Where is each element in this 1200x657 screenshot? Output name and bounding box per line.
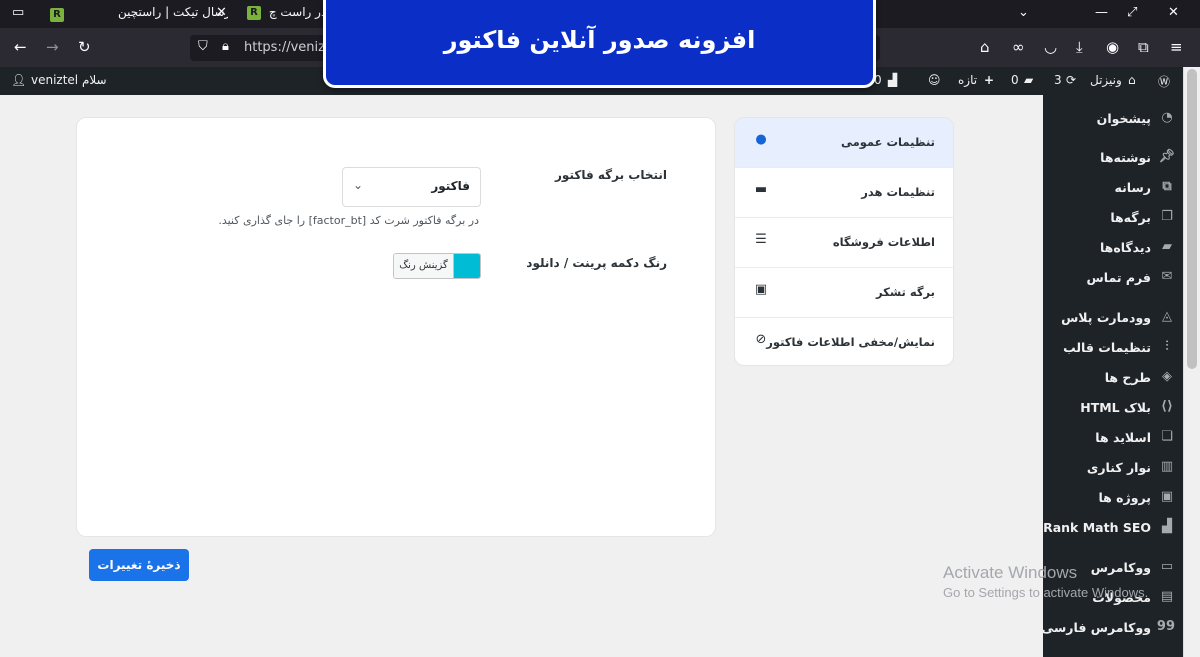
comment-bubble-icon[interactable]: ▰ bbox=[1024, 73, 1033, 87]
minimize-icon[interactable]: — bbox=[1095, 5, 1108, 20]
invoice-page-label: انتخاب برگه فاکتور bbox=[555, 168, 667, 182]
invoice-page-value: فاکتور bbox=[431, 179, 470, 193]
sidebar-item-pages[interactable]: ❐ برگه‌ها bbox=[1043, 207, 1183, 229]
persian-woo-icon: 99 bbox=[1156, 619, 1175, 634]
sidebar-item-sidebars[interactable]: ▥ نوار کناری bbox=[1043, 457, 1183, 479]
watermark-line-1: Activate Windows bbox=[943, 563, 1078, 582]
slides-icon: ❏ bbox=[1161, 429, 1173, 444]
pinned-tab[interactable]: R bbox=[50, 0, 64, 28]
house-icon[interactable]: ⌂ bbox=[1128, 73, 1136, 87]
lock-icon[interactable]: 🔒︎ bbox=[222, 39, 229, 54]
rankmath-icon: ▟ bbox=[1162, 519, 1172, 534]
tab-general-settings[interactable]: تنظیمات عمومی ● bbox=[735, 118, 953, 168]
rastchin-favicon-icon: R bbox=[50, 8, 64, 22]
layers-icon: ◈ bbox=[1162, 369, 1172, 384]
site-name[interactable]: ونیزتل bbox=[1090, 73, 1122, 87]
menu-icon[interactable]: ≡ bbox=[1170, 38, 1183, 56]
updates-icon[interactable]: ⟳ bbox=[1066, 73, 1076, 87]
save-changes-button[interactable]: ذخیرهٔ تغییرات bbox=[89, 549, 189, 581]
comments-icon: ▰ bbox=[1162, 239, 1172, 254]
account-icon[interactable]: ◉ bbox=[1106, 38, 1119, 56]
sliders-icon: ⫶ bbox=[1165, 339, 1169, 354]
color-swatch[interactable] bbox=[454, 254, 480, 278]
close-window-icon[interactable]: ✕ bbox=[1168, 5, 1179, 20]
shield-icon[interactable]: ⛉ bbox=[198, 39, 208, 54]
rastchin-favicon-icon: R bbox=[247, 5, 261, 20]
invoice-page-select[interactable]: فاکتور ⌄ bbox=[342, 167, 481, 207]
tab-show-hide-invoice-info[interactable]: نمایش/مخفی اطلاعات فاکتور ⊘ bbox=[735, 318, 953, 365]
extensions-icon[interactable]: ⧉ bbox=[1138, 38, 1149, 56]
wordpress-logo-icon[interactable]: Ⓦ bbox=[1158, 73, 1170, 90]
sidebar-item-persian-woo[interactable]: 99 ووکامرس فارسی bbox=[1041, 617, 1183, 639]
sidebar-item-projects[interactable]: ▣ پروژه ها bbox=[1043, 487, 1183, 509]
sidebar-item-media[interactable]: ⧉ رسانه bbox=[1043, 177, 1183, 199]
download-icon[interactable]: ⤓ bbox=[1076, 38, 1083, 56]
woodmart-icon: ◬ bbox=[1162, 309, 1172, 324]
infinity-icon[interactable]: ∞ bbox=[1012, 38, 1025, 56]
sidebar-item-posts[interactable]: 📌︎ نوشته‌ها bbox=[1043, 147, 1183, 169]
close-tab-icon[interactable]: ✕ bbox=[216, 5, 227, 20]
page-scrollbar[interactable] bbox=[1183, 67, 1200, 657]
code-icon: ⟨⟩ bbox=[1161, 399, 1173, 414]
updates-count[interactable]: 3 bbox=[1054, 73, 1062, 87]
portfolio-icon: ▣ bbox=[1160, 489, 1174, 504]
pages-icon: ❐ bbox=[1161, 209, 1173, 224]
woo-icon: ▭ bbox=[1160, 559, 1174, 574]
greeting[interactable]: سلام veniztel bbox=[31, 73, 107, 87]
dashboard-icon: ◔ bbox=[1161, 110, 1173, 125]
tab-list-icon[interactable]: ▭ bbox=[12, 5, 24, 20]
button-color-label: رنگ دکمه پرینت / دانلود bbox=[526, 256, 667, 270]
robot-icon[interactable]: ☺ bbox=[928, 73, 941, 87]
sidebar-item-html-block[interactable]: ⟨⟩ بلاک HTML bbox=[1043, 397, 1183, 419]
button-color-picker[interactable]: گزینش رنگ bbox=[393, 253, 481, 279]
tab-label: ارسال تیکت | راستچین bbox=[118, 5, 228, 19]
tab-label: در راست چ bbox=[268, 5, 323, 19]
globe-icon: ● bbox=[755, 132, 767, 147]
stats-icon[interactable]: ▟ bbox=[888, 73, 897, 87]
pin-icon: 📌︎ bbox=[1158, 149, 1175, 164]
sidebar-item-slides[interactable]: ❏ اسلاید ها bbox=[1043, 427, 1183, 449]
settings-panel: انتخاب برگه فاکتور فاکتور ⌄ در برگه فاکت… bbox=[76, 117, 716, 537]
chevron-down-icon: ⌄ bbox=[353, 178, 364, 192]
sidebar-item-comments[interactable]: ▰ دیدگاه‌ها bbox=[1043, 237, 1183, 259]
restore-icon[interactable]: ⤢ bbox=[1127, 5, 1137, 20]
sidebar-item-layouts[interactable]: ◈ طرح ها bbox=[1043, 367, 1183, 389]
tab-thank-you-page[interactable]: برگه تشکر ▣ bbox=[735, 268, 953, 318]
forward-icon[interactable]: → bbox=[46, 38, 59, 56]
tab-header-settings[interactable]: تنظیمات هدر ▬ bbox=[735, 168, 953, 218]
archive-icon: ▤ bbox=[1160, 589, 1174, 604]
tab-overflow-chevron-icon[interactable]: ⌄ bbox=[1018, 5, 1029, 20]
title-banner: افزونه صدور آنلاین فاکتور bbox=[323, 0, 876, 88]
sidebar-item-woodmart[interactable]: ◬ وودمارت پلاس bbox=[1043, 307, 1183, 329]
watermark-line-2: Go to Settings to activate Windows. bbox=[943, 585, 1149, 600]
new-label[interactable]: تازه bbox=[958, 73, 977, 87]
sidebar-item-theme-settings[interactable]: ⫶ تنظیمات قالب bbox=[1043, 337, 1183, 359]
reload-icon[interactable]: ↻ bbox=[78, 38, 91, 56]
back-icon[interactable]: ← bbox=[14, 38, 27, 56]
banner-title: افزونه صدور آنلاین فاکتور bbox=[443, 26, 756, 54]
select-color-button[interactable]: گزینش رنگ bbox=[394, 254, 454, 278]
scrollbar-thumb[interactable] bbox=[1187, 69, 1197, 369]
monitor-icon: ▬ bbox=[754, 182, 768, 197]
thanks-icon: ▣ bbox=[754, 282, 768, 297]
sidebar-icon: ▥ bbox=[1160, 459, 1174, 474]
mail-icon: ✉ bbox=[1161, 269, 1173, 284]
settings-tabs: تنظیمات عمومی ● تنظیمات هدر ▬ اطلاعات فر… bbox=[734, 117, 954, 366]
sidebar-item-rank-math[interactable]: ▟ Rank Math SEO bbox=[1043, 517, 1183, 539]
home-icon[interactable]: ⌂ bbox=[980, 38, 990, 56]
plus-icon[interactable]: + bbox=[984, 73, 994, 87]
sidebar-item-contact[interactable]: ✉ فرم تماس bbox=[1043, 267, 1183, 289]
tab-ticket[interactable]: ارسال تیکت | راستچین bbox=[118, 0, 228, 28]
media-icon: ⧉ bbox=[1162, 179, 1172, 194]
user-avatar-icon[interactable]: 👤︎ bbox=[11, 73, 26, 87]
windows-watermark: Activate Windows Go to Settings to activ… bbox=[943, 563, 1148, 600]
list-icon: ☰ bbox=[755, 232, 767, 247]
sidebar-item-dashboard[interactable]: ◔ پیشخوان bbox=[1043, 108, 1183, 130]
tab-rastchin[interactable]: R در راست چ bbox=[247, 0, 323, 28]
shortcode-help-text: در برگه فاکتور شرت کد [factor_bt] را جای… bbox=[218, 214, 479, 227]
tab-store-info[interactable]: اطلاعات فروشگاه ☰ bbox=[735, 218, 953, 268]
pocket-icon[interactable]: ◡ bbox=[1044, 38, 1057, 56]
eye-slash-icon: ⊘ bbox=[755, 332, 767, 347]
comments-count[interactable]: 0 bbox=[1011, 73, 1019, 87]
